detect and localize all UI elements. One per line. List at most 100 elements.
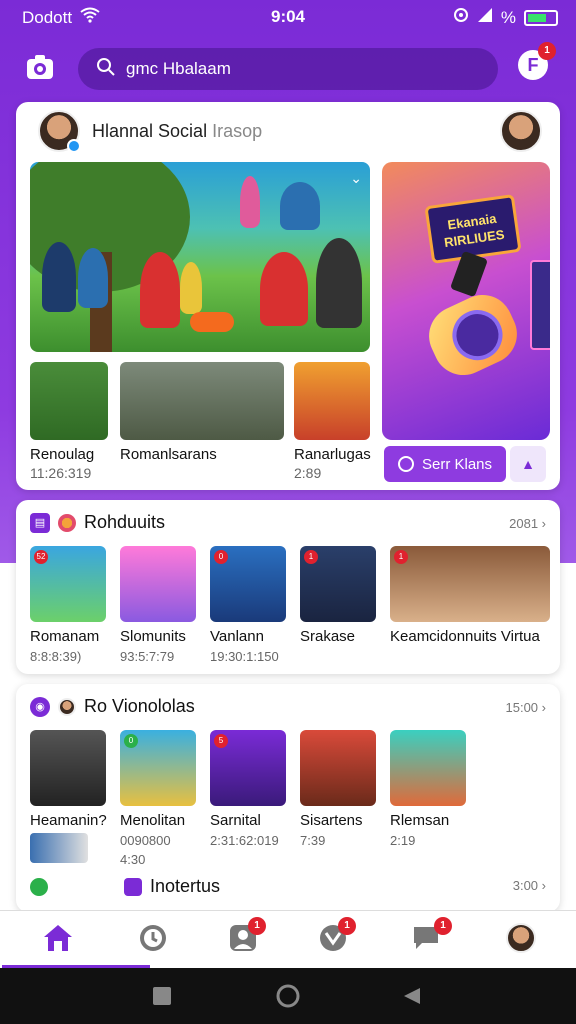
notification-badge: 1 xyxy=(248,917,266,935)
thumb-meta: 11:26:319 xyxy=(30,465,92,481)
section-emblem-icon xyxy=(58,513,76,532)
share-icon: ▲ xyxy=(521,456,535,472)
section-header: ▤ Rohduuits xyxy=(30,512,165,533)
section-count[interactable]: 15:00 › xyxy=(506,700,547,715)
section-header: ◉ Ro Vionololas xyxy=(30,696,195,717)
list-item[interactable]: Romanlsarans xyxy=(120,362,284,465)
item-title: Rlemsan xyxy=(390,812,450,829)
section-menu-icon: ▤ xyxy=(30,512,50,533)
subsection-icon xyxy=(124,877,142,896)
nav-contacts[interactable]: 1 xyxy=(228,917,266,955)
thumbnail-image: 52 xyxy=(30,546,106,622)
home-button[interactable] xyxy=(276,984,300,1013)
location-icon xyxy=(453,7,469,28)
subsection-icon xyxy=(30,877,48,896)
featured-title: Hlannal Social Irasop xyxy=(92,121,262,142)
circle-icon xyxy=(276,984,300,1008)
profile-icon: F xyxy=(527,55,539,75)
item-meta: 8:8:8:39) xyxy=(30,649,82,664)
list-item[interactable]: 1 Keamcidonnuits Virtua xyxy=(390,546,550,649)
home-icon xyxy=(44,925,72,951)
notification-badge: 1 xyxy=(434,917,452,935)
thumbnail-image: 5 xyxy=(210,730,286,806)
avatar-right[interactable] xyxy=(500,110,542,152)
list-item[interactable]: 52 Romanam 8:8:8:39) xyxy=(30,546,106,664)
item-number: 0 xyxy=(214,550,228,564)
list-item[interactable]: Heamanin? xyxy=(30,730,107,863)
featured-photo[interactable]: ⌄ xyxy=(30,162,370,352)
item-number: 5 xyxy=(214,734,228,748)
item-meta: 2:19 xyxy=(390,833,416,848)
chevron-down-icon[interactable]: ⌄ xyxy=(350,170,362,187)
item-title: Vanlann xyxy=(210,628,264,645)
person-figure xyxy=(240,176,260,228)
thumbnail-image xyxy=(30,362,108,440)
list-item[interactable]: Rlemsan 2:19 xyxy=(390,730,466,848)
thumbnail-image: 1 xyxy=(390,546,550,622)
see-more-button[interactable]: Serr Klans xyxy=(384,446,506,482)
verified-icon xyxy=(67,139,81,153)
section-products: ▤ Rohduuits 2081 › 52 Romanam 8:8:8:39) … xyxy=(16,500,560,674)
list-item[interactable]: 5 Sarnital 2:31:62:019 xyxy=(210,730,286,848)
list-item[interactable]: 0 Vanlann 19:30:1:150 xyxy=(210,546,286,664)
item-title: Sarnital xyxy=(210,812,261,829)
back-button[interactable] xyxy=(402,986,422,1011)
notification-badge: 1 xyxy=(538,42,556,60)
list-item[interactable]: Renoulag 11:26:319 xyxy=(30,362,108,481)
item-title: Romanam xyxy=(30,628,100,645)
thumbnail-image: 0 xyxy=(120,730,196,806)
thumbnail-image xyxy=(120,362,284,440)
list-item[interactable]: Sisartens 7:39 xyxy=(300,730,376,848)
nav-messages[interactable]: 1 xyxy=(410,917,452,955)
thumbnail-image xyxy=(120,546,196,622)
camera-icon[interactable] xyxy=(26,54,56,82)
share-button[interactable]: ▲ xyxy=(510,446,546,482)
search-input[interactable]: gmc Hbalaam xyxy=(78,48,498,90)
promo-banner[interactable]: Ekanaia RIRLIUES xyxy=(382,162,550,440)
item-meta: 0090800 xyxy=(120,833,171,848)
subsection-header: Inotertus xyxy=(30,876,220,897)
search-text: gmc Hbalaam xyxy=(126,59,231,78)
thumb-title: Renoulag xyxy=(30,446,95,463)
nav-history[interactable] xyxy=(138,923,170,955)
subsection-count[interactable]: 3:00 › xyxy=(513,878,546,893)
see-more-label: Serr Klans xyxy=(421,455,493,473)
person-figure xyxy=(140,252,180,328)
back-icon xyxy=(404,988,420,1004)
battery-icon xyxy=(524,9,558,26)
profile-button[interactable]: F 1 xyxy=(518,42,556,80)
list-item[interactable]: Slomunits 93:5:7:79 xyxy=(120,546,196,664)
item-title: Menolitan xyxy=(120,812,186,829)
person-figure xyxy=(260,252,308,326)
thumbnail-image: 0 xyxy=(210,546,286,622)
section-count[interactable]: 2081 › xyxy=(509,516,546,531)
item-meta: 93:5:7:79 xyxy=(120,649,175,664)
section-badge-icon: ◉ xyxy=(30,696,50,717)
signal-icon xyxy=(477,7,493,28)
square-icon xyxy=(153,987,171,1005)
list-item[interactable]: 0 Menolitan 0090800 4:30 xyxy=(120,730,196,867)
list-item[interactable]: 1 Srakase xyxy=(300,546,376,649)
thumb-title: Romanlsarans xyxy=(120,446,217,463)
nav-profile[interactable] xyxy=(506,923,538,955)
recents-button[interactable] xyxy=(152,986,172,1011)
item-title: Heamanin? xyxy=(30,812,107,829)
nav-activity[interactable]: 1 xyxy=(318,917,356,955)
person-figure xyxy=(280,182,320,230)
avatar[interactable] xyxy=(38,110,81,153)
thumb-meta: 2:89 xyxy=(294,465,322,481)
thumbnail-image xyxy=(30,730,106,806)
person-figure xyxy=(180,262,202,314)
person-figure xyxy=(78,248,108,308)
avatar xyxy=(58,697,76,716)
item-meta: 7:39 xyxy=(300,833,326,848)
nav-home[interactable] xyxy=(2,923,150,968)
system-nav-bar xyxy=(0,968,576,1024)
phone-shape xyxy=(530,260,550,350)
item-meta: 2:31:62:019 xyxy=(210,833,279,848)
featured-header: Hlannal Social Irasop xyxy=(38,110,262,153)
battery-percent: % xyxy=(500,7,516,27)
thumbnail-image xyxy=(294,362,370,440)
list-item[interactable]: Ranarlugas 2:89 xyxy=(294,362,371,481)
item-number: 52 xyxy=(34,550,48,564)
